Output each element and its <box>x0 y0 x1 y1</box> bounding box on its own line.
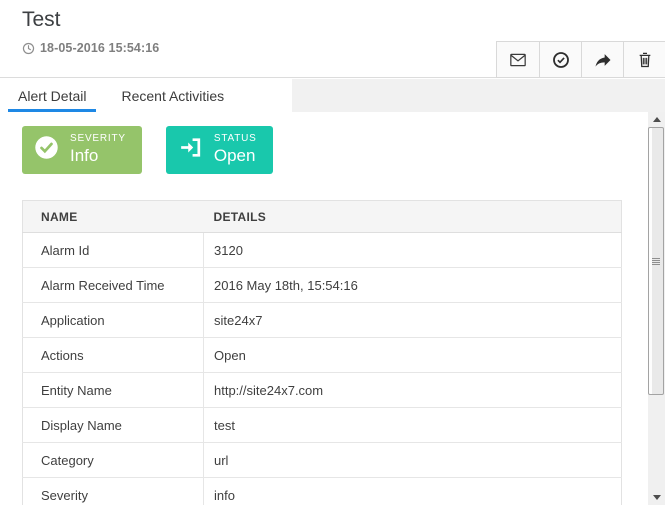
row-name: Actions <box>23 338 204 373</box>
table-row: Category url <box>23 443 622 478</box>
badge-row: SEVERITY Info STATUS Open <box>22 126 273 174</box>
panel-header: Test 18-05-2016 15:54:16 <box>0 0 665 78</box>
sign-in-arrow-icon <box>177 134 204 166</box>
row-value: test <box>204 408 622 443</box>
alert-action-toolbar <box>496 41 665 78</box>
tab-bar: Alert Detail Recent Activities <box>0 79 665 112</box>
alert-details-table-wrap: NAME DETAILS Alarm Id 3120 Alarm Receive… <box>22 200 622 505</box>
severity-label: SEVERITY <box>70 133 126 145</box>
row-value: http://site24x7.com <box>204 373 622 408</box>
check-circle-badge-icon <box>33 134 60 166</box>
status-value: Open <box>214 146 257 166</box>
trash-icon <box>635 50 655 70</box>
row-value: 2016 May 18th, 15:54:16 <box>204 268 622 303</box>
alert-details-table: NAME DETAILS Alarm Id 3120 Alarm Receive… <box>22 200 622 505</box>
delete-button[interactable] <box>623 42 665 77</box>
column-header-name: NAME <box>23 201 204 233</box>
check-circle-icon <box>551 50 571 70</box>
row-name: Application <box>23 303 204 338</box>
mail-button[interactable] <box>497 42 539 77</box>
scroll-up-icon <box>653 117 661 122</box>
row-name: Severity <box>23 478 204 505</box>
column-header-details: DETAILS <box>204 201 622 233</box>
table-header-row: NAME DETAILS <box>23 201 622 233</box>
row-value: 3120 <box>204 233 622 268</box>
row-value: site24x7 <box>204 303 622 338</box>
forward-arrow-icon <box>593 50 613 70</box>
alert-detail-panel: Test 18-05-2016 15:54:16 <box>0 0 665 505</box>
scrollbar-grip-icon <box>652 258 660 265</box>
severity-badge: SEVERITY Info <box>22 126 142 174</box>
alert-table-body: Alarm Id 3120 Alarm Received Time 2016 M… <box>23 233 622 505</box>
row-name: Display Name <box>23 408 204 443</box>
row-name: Alarm Id <box>23 233 204 268</box>
alert-timestamp: 18-05-2016 15:54:16 <box>40 41 159 55</box>
severity-value: Info <box>70 146 126 166</box>
row-name: Alarm Received Time <box>23 268 204 303</box>
scroll-down-button[interactable] <box>648 490 665 505</box>
status-badge: STATUS Open <box>166 126 273 174</box>
table-row: Alarm Received Time 2016 May 18th, 15:54… <box>23 268 622 303</box>
forward-button[interactable] <box>581 42 623 77</box>
row-name: Entity Name <box>23 373 204 408</box>
scrollbar-thumb[interactable] <box>648 127 664 395</box>
row-value: url <box>204 443 622 478</box>
table-row: Entity Name http://site24x7.com <box>23 373 622 408</box>
table-row: Actions Open <box>23 338 622 373</box>
row-value: Open <box>204 338 622 373</box>
table-row: Severity info <box>23 478 622 505</box>
vertical-scrollbar[interactable] <box>648 112 665 505</box>
tab-alert-detail[interactable]: Alert Detail <box>8 79 96 112</box>
alert-detail-content: SEVERITY Info STATUS Open <box>0 112 665 505</box>
page-title: Test <box>22 8 61 32</box>
scroll-down-icon <box>653 495 661 500</box>
row-value: info <box>204 478 622 505</box>
acknowledge-button[interactable] <box>539 42 581 77</box>
scroll-up-button[interactable] <box>648 112 665 127</box>
table-row: Display Name test <box>23 408 622 443</box>
alert-timestamp-row: 18-05-2016 15:54:16 <box>22 41 159 55</box>
mail-icon <box>508 50 528 70</box>
status-label: STATUS <box>214 133 257 145</box>
row-name: Category <box>23 443 204 478</box>
tab-list: Alert Detail Recent Activities <box>0 79 292 112</box>
tab-recent-activities[interactable]: Recent Activities <box>111 79 234 112</box>
clock-icon <box>22 42 35 55</box>
table-row: Alarm Id 3120 <box>23 233 622 268</box>
table-row: Application site24x7 <box>23 303 622 338</box>
